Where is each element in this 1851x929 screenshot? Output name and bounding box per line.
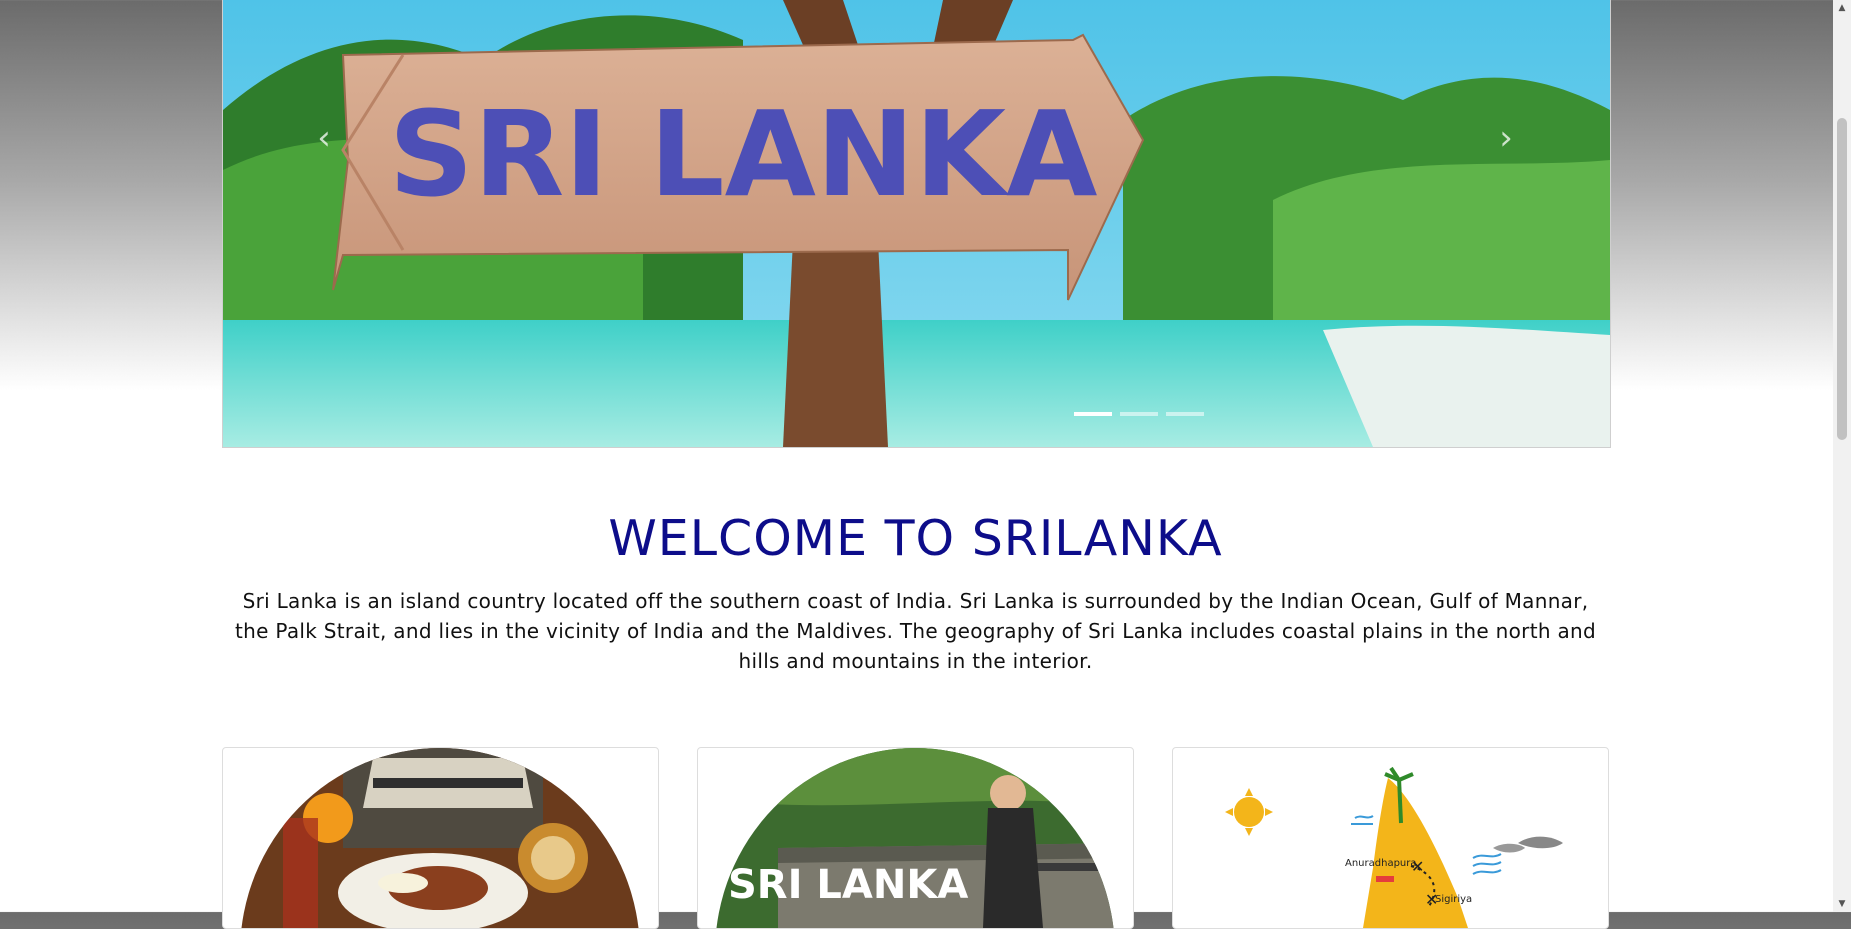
page-scrollbar[interactable]: ▲ ▼ bbox=[1833, 0, 1851, 912]
card-railway[interactable]: SRI LANKA bbox=[697, 747, 1134, 929]
hero-image: SRI LANKA bbox=[223, 0, 1610, 447]
chevron-left-icon: ‹ bbox=[317, 118, 331, 158]
carousel-indicators bbox=[1074, 412, 1204, 416]
welcome-description: Sri Lanka is an island country located o… bbox=[234, 589, 1596, 673]
railway-bridge-photo: SRI LANKA bbox=[715, 748, 1115, 928]
carousel-prev-button[interactable]: ‹ bbox=[304, 118, 344, 158]
card-map[interactable]: ✕ ✕ Anuradhapura Sigiriya bbox=[1172, 747, 1609, 929]
welcome-title: WELCOME TO SRILANKA bbox=[608, 510, 1223, 567]
carousel-indicator-2[interactable] bbox=[1120, 412, 1158, 416]
carousel-next-button[interactable]: › bbox=[1486, 118, 1526, 158]
island-map: ✕ ✕ Anuradhapura Sigiriya bbox=[1225, 766, 1563, 928]
map-label-sigiriya: Sigiriya bbox=[1435, 894, 1472, 905]
map-label-anuradhapura: Anuradhapura bbox=[1345, 858, 1417, 869]
scroll-down-arrow-icon[interactable]: ▼ bbox=[1833, 896, 1851, 912]
card-overlay-text: SRI LANKA bbox=[728, 862, 968, 908]
chevron-right-icon: › bbox=[1499, 118, 1513, 158]
sign-text: SRI LANKA bbox=[389, 85, 1098, 223]
card-food[interactable] bbox=[222, 747, 659, 929]
carousel-indicator-1[interactable] bbox=[1074, 412, 1112, 416]
page: SRI LANKA ‹ › WELCOME TO SRILANKA Sri La… bbox=[0, 0, 1833, 929]
scroll-up-arrow-icon[interactable]: ▲ bbox=[1833, 0, 1851, 16]
scrollbar-thumb[interactable] bbox=[1837, 118, 1847, 440]
hero-carousel: SRI LANKA bbox=[222, 0, 1611, 448]
carousel-indicator-3[interactable] bbox=[1166, 412, 1204, 416]
food-photo bbox=[240, 748, 640, 928]
